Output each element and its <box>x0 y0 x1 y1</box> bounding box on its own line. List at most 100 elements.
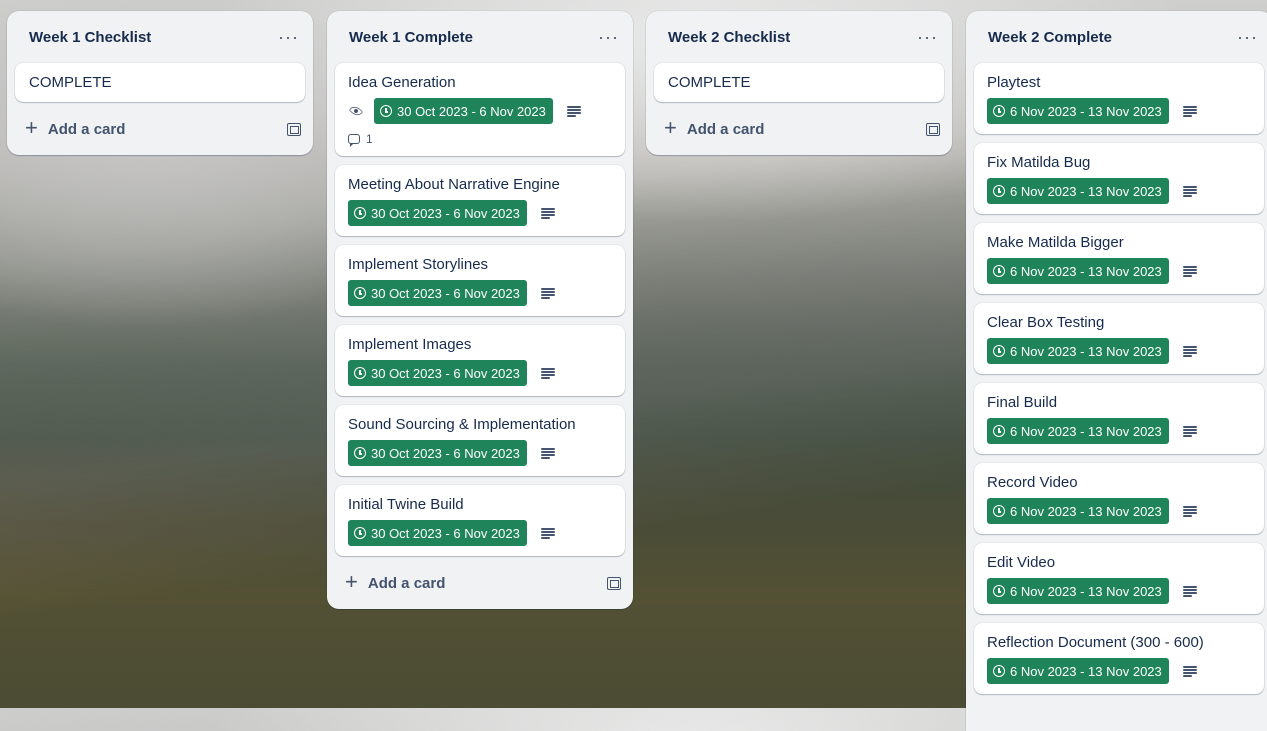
card[interactable]: Meeting About Narrative Engine 30 Oct 20… <box>335 165 625 236</box>
card-list: Playtest 6 Nov 2023 - 13 Nov 2023 Fix Ma… <box>966 63 1267 694</box>
card-title: Fix Matilda Bug <box>987 154 1091 171</box>
card[interactable]: Initial Twine Build 30 Oct 2023 - 6 Nov … <box>335 485 625 556</box>
card-badges: 30 Oct 2023 - 6 Nov 2023 <box>348 440 612 466</box>
date-range: 6 Nov 2023 - 13 Nov 2023 <box>1010 663 1162 679</box>
card-badges: 6 Nov 2023 - 13 Nov 2023 <box>987 258 1251 284</box>
card[interactable]: Playtest 6 Nov 2023 - 13 Nov 2023 <box>974 63 1264 134</box>
card[interactable]: Implement Images 30 Oct 2023 - 6 Nov 202… <box>335 325 625 396</box>
add-card-button[interactable]: + Add a card <box>345 569 446 594</box>
date-range: 6 Nov 2023 - 13 Nov 2023 <box>1010 583 1162 599</box>
description-icon <box>1182 265 1197 277</box>
card-badges: 6 Nov 2023 - 13 Nov 2023 <box>987 578 1251 604</box>
date-badge[interactable]: 30 Oct 2023 - 6 Nov 2023 <box>348 280 527 306</box>
clock-icon <box>993 265 1005 277</box>
clock-icon <box>993 505 1005 517</box>
plus-icon: + <box>25 115 38 140</box>
date-range: 30 Oct 2023 - 6 Nov 2023 <box>371 205 520 221</box>
card-title: Playtest <box>987 74 1041 91</box>
template-icon[interactable] <box>287 122 301 136</box>
description-icon <box>540 527 555 539</box>
date-badge[interactable]: 30 Oct 2023 - 6 Nov 2023 <box>348 520 527 546</box>
card-list: Idea Generation 30 Oct 2023 - 6 Nov 2023… <box>327 63 633 556</box>
card[interactable]: Reflection Document (300 - 600) 6 Nov 20… <box>974 623 1264 694</box>
add-card-label: Add a card <box>686 120 765 138</box>
description-icon <box>540 447 555 459</box>
card-badges: 30 Oct 2023 - 6 Nov 2023 <box>348 520 612 546</box>
template-icon[interactable] <box>607 576 621 590</box>
card-badges: 30 Oct 2023 - 6 Nov 2023 <box>348 360 612 386</box>
card[interactable]: COMPLETE <box>15 63 305 102</box>
comment-count: 1 <box>348 132 612 147</box>
template-icon[interactable] <box>926 122 940 136</box>
date-badge[interactable]: 6 Nov 2023 - 13 Nov 2023 <box>987 338 1169 364</box>
clock-icon <box>993 665 1005 677</box>
date-badge[interactable]: 6 Nov 2023 - 13 Nov 2023 <box>987 178 1169 204</box>
date-badge[interactable]: 6 Nov 2023 - 13 Nov 2023 <box>987 498 1169 524</box>
eye-icon <box>348 105 364 117</box>
list-title[interactable]: Week 1 Checklist <box>29 29 151 46</box>
date-range: 30 Oct 2023 - 6 Nov 2023 <box>371 525 520 541</box>
card[interactable]: Fix Matilda Bug 6 Nov 2023 - 13 Nov 2023 <box>974 143 1264 214</box>
clock-icon <box>354 287 366 299</box>
clock-icon <box>354 367 366 379</box>
date-badge[interactable]: 30 Oct 2023 - 6 Nov 2023 <box>348 440 527 466</box>
description-icon <box>540 207 555 219</box>
card[interactable]: Final Build 6 Nov 2023 - 13 Nov 2023 <box>974 383 1264 454</box>
clock-icon <box>993 585 1005 597</box>
card-title: Meeting About Narrative Engine <box>348 176 560 193</box>
card-title: Make Matilda Bigger <box>987 234 1124 251</box>
card[interactable]: Sound Sourcing & Implementation 30 Oct 2… <box>335 405 625 476</box>
more-icon[interactable]: ··· <box>917 28 938 46</box>
card-title: Clear Box Testing <box>987 314 1105 331</box>
card[interactable]: Make Matilda Bigger 6 Nov 2023 - 13 Nov … <box>974 223 1264 294</box>
card-title: Implement Images <box>348 336 472 353</box>
add-card-button[interactable]: + Add a card <box>25 115 126 140</box>
list-title[interactable]: Week 2 Checklist <box>668 29 790 46</box>
description-icon <box>1182 665 1197 677</box>
plus-icon: + <box>345 569 358 594</box>
plus-icon: + <box>664 115 677 140</box>
list-title[interactable]: Week 2 Complete <box>988 29 1112 46</box>
card-title: Final Build <box>987 394 1058 411</box>
card[interactable]: Implement Storylines 30 Oct 2023 - 6 Nov… <box>335 245 625 316</box>
add-card-label: Add a card <box>367 574 446 592</box>
date-badge[interactable]: 30 Oct 2023 - 6 Nov 2023 <box>348 360 527 386</box>
clock-icon <box>380 105 392 117</box>
more-icon[interactable]: ··· <box>278 28 299 46</box>
date-range: 6 Nov 2023 - 13 Nov 2023 <box>1010 423 1162 439</box>
clock-icon <box>354 527 366 539</box>
card-list: COMPLETE <box>7 63 313 102</box>
date-badge[interactable]: 6 Nov 2023 - 13 Nov 2023 <box>987 578 1169 604</box>
date-badge[interactable]: 30 Oct 2023 - 6 Nov 2023 <box>374 98 553 124</box>
card-badges: 6 Nov 2023 - 13 Nov 2023 <box>987 178 1251 204</box>
add-card-button[interactable]: + Add a card <box>664 115 765 140</box>
card-title: Reflection Document (300 - 600) <box>987 634 1204 651</box>
card-title: Edit Video <box>987 554 1056 571</box>
date-range: 30 Oct 2023 - 6 Nov 2023 <box>371 365 520 381</box>
add-card-row: + Add a card <box>646 111 952 147</box>
list-header: Week 1 Complete ··· <box>327 11 633 63</box>
card-list: COMPLETE <box>646 63 952 102</box>
list-week-1-checklist: Week 1 Checklist ··· COMPLETE + Add a ca… <box>7 11 313 155</box>
description-icon <box>540 367 555 379</box>
date-range: 6 Nov 2023 - 13 Nov 2023 <box>1010 103 1162 119</box>
clock-icon <box>993 185 1005 197</box>
more-icon[interactable]: ··· <box>1237 28 1258 46</box>
list-title[interactable]: Week 1 Complete <box>349 29 473 46</box>
clock-icon <box>993 105 1005 117</box>
card[interactable]: Idea Generation 30 Oct 2023 - 6 Nov 2023… <box>335 63 625 156</box>
date-range: 30 Oct 2023 - 6 Nov 2023 <box>397 103 546 119</box>
date-badge[interactable]: 6 Nov 2023 - 13 Nov 2023 <box>987 418 1169 444</box>
date-badge[interactable]: 6 Nov 2023 - 13 Nov 2023 <box>987 258 1169 284</box>
add-card-label: Add a card <box>47 120 126 138</box>
card[interactable]: Record Video 6 Nov 2023 - 13 Nov 2023 <box>974 463 1264 534</box>
card[interactable]: Edit Video 6 Nov 2023 - 13 Nov 2023 <box>974 543 1264 614</box>
description-icon <box>1182 105 1197 117</box>
card-title: Implement Storylines <box>348 256 489 273</box>
date-badge[interactable]: 6 Nov 2023 - 13 Nov 2023 <box>987 98 1169 124</box>
card[interactable]: Clear Box Testing 6 Nov 2023 - 13 Nov 20… <box>974 303 1264 374</box>
more-icon[interactable]: ··· <box>598 28 619 46</box>
date-badge[interactable]: 30 Oct 2023 - 6 Nov 2023 <box>348 200 527 226</box>
date-badge[interactable]: 6 Nov 2023 - 13 Nov 2023 <box>987 658 1169 684</box>
card[interactable]: COMPLETE <box>654 63 944 102</box>
